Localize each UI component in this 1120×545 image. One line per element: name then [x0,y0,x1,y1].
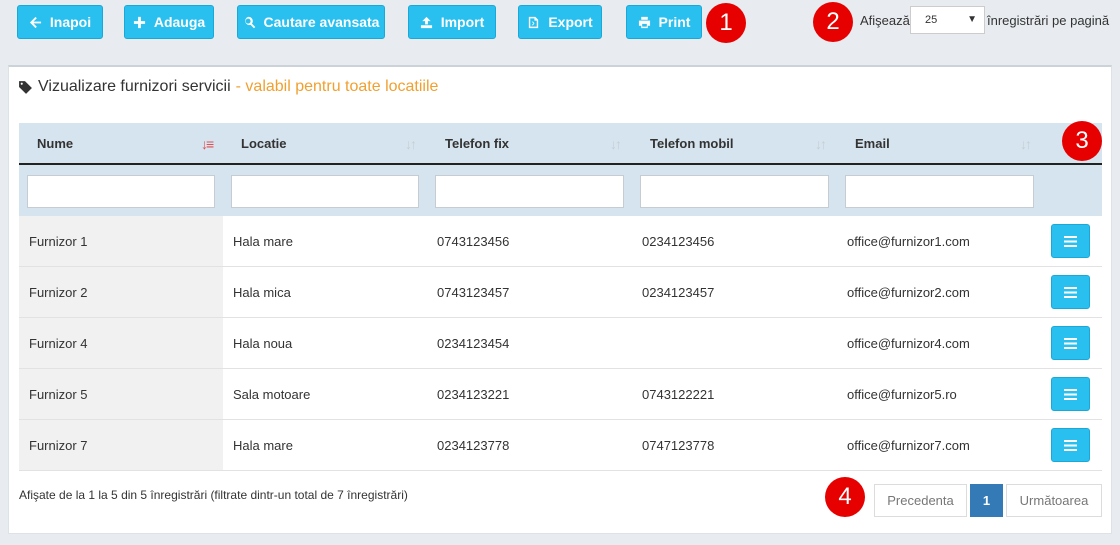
cell-locatie: Hala mare [233,437,293,453]
filter-nume-input[interactable] [27,175,215,208]
cell-locatie: Sala motoare [233,386,311,402]
menu-icon [1064,337,1077,349]
pagination-prev-button[interactable]: Precedenta [874,484,967,517]
suppliers-panel: Vizualizare furnizori servicii - valabil… [8,65,1112,534]
annotation-badge: 3 [1062,121,1102,161]
row-actions-button[interactable] [1051,326,1090,360]
panel-title-text: Vizualizare furnizori servicii [38,78,231,95]
cell-email: office@furnizor2.com [847,284,970,300]
table-row: Furnizor 1 Hala mare 0743123456 02341234… [19,216,1102,267]
menu-icon [1064,439,1077,451]
cell-nume: Furnizor 4 [29,335,88,351]
cell-telefon-fix: 0743123456 [437,233,510,249]
sort-icon[interactable]: ↓↑ [815,136,827,152]
sort-icon[interactable]: ↓↑ [1020,136,1032,152]
pagination-next-button[interactable]: Următoarea [1006,484,1102,517]
row-actions-button[interactable] [1051,224,1090,258]
cell-email: office@furnizor5.ro [847,386,957,402]
tag-icon [19,80,32,94]
advanced-search-label: Cautare avansata [263,14,380,30]
advanced-search-button[interactable]: Cautare avansata [237,5,385,39]
cell-telefon-mobil: 0234123456 [642,233,715,249]
cell-email: office@furnizor7.com [847,437,970,453]
filter-email-input[interactable] [845,175,1034,208]
cell-telefon-fix: 0234123778 [437,437,510,453]
filter-telefon-fix-input[interactable] [435,175,624,208]
sort-icon[interactable]: ↓↑ [610,136,622,152]
pagination-page-1[interactable]: 1 [970,484,1003,517]
menu-icon [1064,235,1077,247]
filter-telefon-mobil-input[interactable] [640,175,829,208]
print-button[interactable]: Print [626,5,702,39]
page-size-suffix: înregistrări pe pagină [987,13,1110,28]
file-export-icon [529,16,539,28]
page-size-label: Afişează [860,13,910,28]
panel-title: Vizualizare furnizori servicii - valabil… [18,78,438,96]
table-row: Furnizor 2 Hala mica 0743123457 02341234… [19,267,1102,318]
cell-telefon-mobil: 0743122221 [642,386,715,402]
annotation-badge: 1 [706,3,746,43]
row-actions-button[interactable] [1051,428,1090,462]
menu-icon [1064,388,1077,400]
row-actions-button[interactable] [1051,275,1090,309]
column-header-locatie[interactable]: Locatie [241,123,287,163]
cell-telefon-mobil: 0234123457 [642,284,715,300]
column-header-nume[interactable]: Nume [37,123,73,163]
upload-icon [420,16,432,28]
export-button-label: Export [548,14,593,30]
filter-locatie-input[interactable] [231,175,419,208]
cell-telefon-fix: 0234123454 [437,335,510,351]
add-button-label: Adauga [153,14,206,30]
import-button[interactable]: Import [408,5,496,39]
row-actions-button[interactable] [1051,377,1090,411]
export-button[interactable]: Export [518,5,602,39]
cell-nume: Furnizor 1 [29,233,88,249]
cell-nume: Furnizor 2 [29,284,88,300]
arrow-left-icon [29,16,41,28]
column-header-email[interactable]: Email [855,123,890,163]
table-row: Furnizor 7 Hala mare 0234123778 07471237… [19,420,1102,471]
table-header: Nume ↓≡ Locatie ↓↑ Telefon fix ↓↑ Telefo… [19,123,1102,165]
cell-telefon-mobil: 0747123778 [642,437,715,453]
annotation-badge: 2 [813,2,853,42]
cell-locatie: Hala mare [233,233,293,249]
plus-icon [133,16,145,28]
filter-row [19,165,1102,216]
page-size-select[interactable]: 25 ▼ [910,6,985,34]
back-button-label: Inapoi [49,14,92,30]
panel-subtitle: - valabil pentru toate locatiile [235,78,439,95]
table-row: Furnizor 5 Sala motoare 0234123221 07431… [19,369,1102,420]
cell-email: office@furnizor4.com [847,335,970,351]
back-button[interactable]: Inapoi [17,5,103,39]
sort-desc-icon[interactable]: ↓≡ [201,136,214,152]
cell-locatie: Hala noua [233,335,293,351]
import-button-label: Import [440,14,485,30]
sort-icon[interactable]: ↓↑ [405,136,417,152]
add-button[interactable]: Adauga [124,5,214,39]
column-header-telefon-mobil[interactable]: Telefon mobil [650,123,734,163]
print-button-label: Print [658,14,691,30]
cell-telefon-fix: 0743123457 [437,284,510,300]
cell-locatie: Hala mica [233,284,291,300]
cell-nume: Furnizor 5 [29,386,88,402]
page-size-value: 25 [925,14,938,26]
annotation-badge: 4 [825,477,865,517]
print-icon [638,16,650,28]
menu-icon [1064,286,1077,298]
table-row: Furnizor 4 Hala noua 0234123454 office@f… [19,318,1102,369]
search-icon [244,16,255,28]
cell-telefon-fix: 0234123221 [437,386,510,402]
column-header-telefon-fix[interactable]: Telefon fix [445,123,509,163]
table-info: Afişate de la 1 la 5 din 5 înregistrări … [19,488,408,502]
caret-down-icon: ▼ [967,14,977,25]
cell-email: office@furnizor1.com [847,233,970,249]
cell-nume: Furnizor 7 [29,437,88,453]
